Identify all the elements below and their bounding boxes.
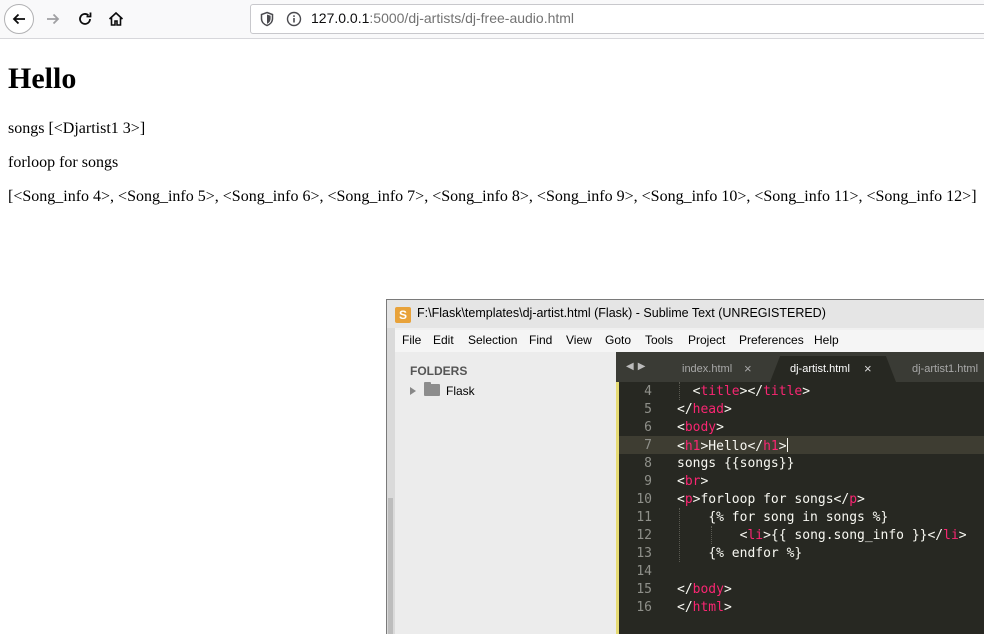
menu-goto[interactable]: Goto bbox=[605, 333, 631, 347]
sublime-window[interactable]: S F:\Flask\templates\dj-artist.html (Fla… bbox=[386, 299, 984, 634]
line-number: 10 bbox=[636, 492, 652, 507]
line-number: 16 bbox=[636, 600, 652, 615]
code-line: </html> bbox=[677, 600, 732, 615]
url-bar[interactable]: 127.0.0.1:5000/dj-artists/dj-free-audio.… bbox=[250, 4, 984, 34]
code-line: <h1>Hello</h1> bbox=[677, 438, 788, 454]
line-number: 4 bbox=[644, 384, 652, 399]
forward-button[interactable] bbox=[38, 4, 68, 34]
menu-file[interactable]: File bbox=[402, 333, 421, 347]
menu-edit[interactable]: Edit bbox=[433, 333, 454, 347]
line-number: 8 bbox=[644, 456, 652, 471]
line-number: 9 bbox=[644, 474, 652, 489]
page-heading: Hello bbox=[8, 62, 77, 95]
line-number: 15 bbox=[636, 582, 652, 597]
menu-find[interactable]: Find bbox=[529, 333, 552, 347]
menu-help[interactable]: Help bbox=[814, 333, 839, 347]
back-button[interactable] bbox=[4, 4, 34, 34]
browser-toolbar: 127.0.0.1:5000/dj-artists/dj-free-audio.… bbox=[0, 0, 984, 39]
folders-header: FOLDERS bbox=[410, 364, 468, 378]
folder-icon bbox=[424, 382, 440, 396]
tab-nav-arrows-icon[interactable]: ◀▶ bbox=[626, 361, 649, 372]
close-icon[interactable]: × bbox=[864, 361, 872, 376]
scrollbar-thumb[interactable] bbox=[388, 498, 393, 634]
sublime-titlebar[interactable]: S F:\Flask\templates\dj-artist.html (Fla… bbox=[387, 300, 984, 328]
url-path: :5000/dj-artists/dj-free-audio.html bbox=[369, 10, 575, 26]
current-line-highlight bbox=[619, 436, 984, 454]
code-line: {% for song in songs %} bbox=[708, 510, 889, 525]
menu-tools[interactable]: Tools bbox=[645, 333, 673, 347]
line-number: 12 bbox=[636, 528, 652, 543]
url-text[interactable]: 127.0.0.1:5000/dj-artists/dj-free-audio.… bbox=[311, 10, 574, 26]
text-cursor bbox=[786, 438, 788, 452]
tab-bar: ◀▶ index.html × dj-artist.html × dj-arti… bbox=[616, 352, 984, 382]
line-number: 11 bbox=[636, 510, 652, 525]
menu-view[interactable]: View bbox=[566, 333, 592, 347]
line-number: 6 bbox=[644, 420, 652, 435]
song-list-text: [<Song_info 4>, <Song_info 5>, <Song_inf… bbox=[8, 188, 977, 205]
arrow-left-icon bbox=[12, 13, 25, 25]
tab-label: dj-artist.html bbox=[790, 363, 850, 375]
code-line: </head> bbox=[677, 402, 732, 417]
code-line: <p>forloop for songs</p> bbox=[677, 492, 865, 507]
menu-project[interactable]: Project bbox=[688, 333, 725, 347]
home-button[interactable] bbox=[101, 4, 131, 34]
info-icon[interactable] bbox=[286, 11, 302, 27]
window-scrollbar[interactable] bbox=[387, 328, 395, 634]
tab-index-html[interactable]: index.html × bbox=[668, 356, 778, 382]
caret-right-icon[interactable] bbox=[410, 387, 416, 395]
tab-dj-artist-html[interactable]: dj-artist.html × bbox=[770, 356, 896, 382]
tab-label: dj-artist1.html bbox=[912, 363, 979, 375]
menu-preferences[interactable]: Preferences bbox=[739, 333, 804, 347]
menu-bar: File Edit Selection Find View Goto Tools… bbox=[395, 330, 984, 353]
url-host: 127.0.0.1 bbox=[311, 10, 370, 26]
code-line: songs {{songs}} bbox=[677, 456, 795, 471]
forloop-text: forloop for songs bbox=[8, 154, 119, 171]
code-editor[interactable]: 4 5 6 7 8 9 10 11 12 13 14 15 16 <title>… bbox=[616, 382, 984, 634]
code-line: <br> bbox=[677, 474, 709, 489]
tab-dj-artist1-html[interactable]: dj-artist1.html bbox=[892, 356, 984, 382]
songs-text: songs [<Djartist1 3>] bbox=[8, 120, 146, 137]
shield-icon[interactable] bbox=[259, 11, 275, 27]
window-title: F:\Flask\templates\dj-artist.html (Flask… bbox=[417, 306, 826, 320]
home-icon bbox=[108, 11, 124, 26]
sidebar-item-flask[interactable]: Flask bbox=[410, 382, 610, 402]
line-number: 7 bbox=[644, 438, 652, 453]
sublime-logo-icon: S bbox=[395, 307, 411, 323]
sidebar: FOLDERS Flask bbox=[395, 352, 616, 634]
code-line: {% endfor %} bbox=[708, 546, 803, 561]
close-icon[interactable]: × bbox=[744, 361, 752, 376]
code-line: <title></title> bbox=[692, 384, 811, 399]
code-line: <body> bbox=[677, 420, 724, 435]
reload-icon bbox=[79, 12, 92, 25]
menu-selection[interactable]: Selection bbox=[468, 333, 517, 347]
code-line: </body> bbox=[677, 582, 732, 597]
tab-label: index.html bbox=[682, 363, 733, 375]
folder-label: Flask bbox=[446, 384, 475, 398]
code-line: <li>{{ song.song_info }}</li> bbox=[739, 528, 967, 543]
line-number: 14 bbox=[636, 564, 652, 579]
arrow-right-icon bbox=[47, 13, 60, 25]
reload-button[interactable] bbox=[70, 4, 100, 34]
line-number: 13 bbox=[636, 546, 652, 561]
line-number: 5 bbox=[644, 402, 652, 417]
